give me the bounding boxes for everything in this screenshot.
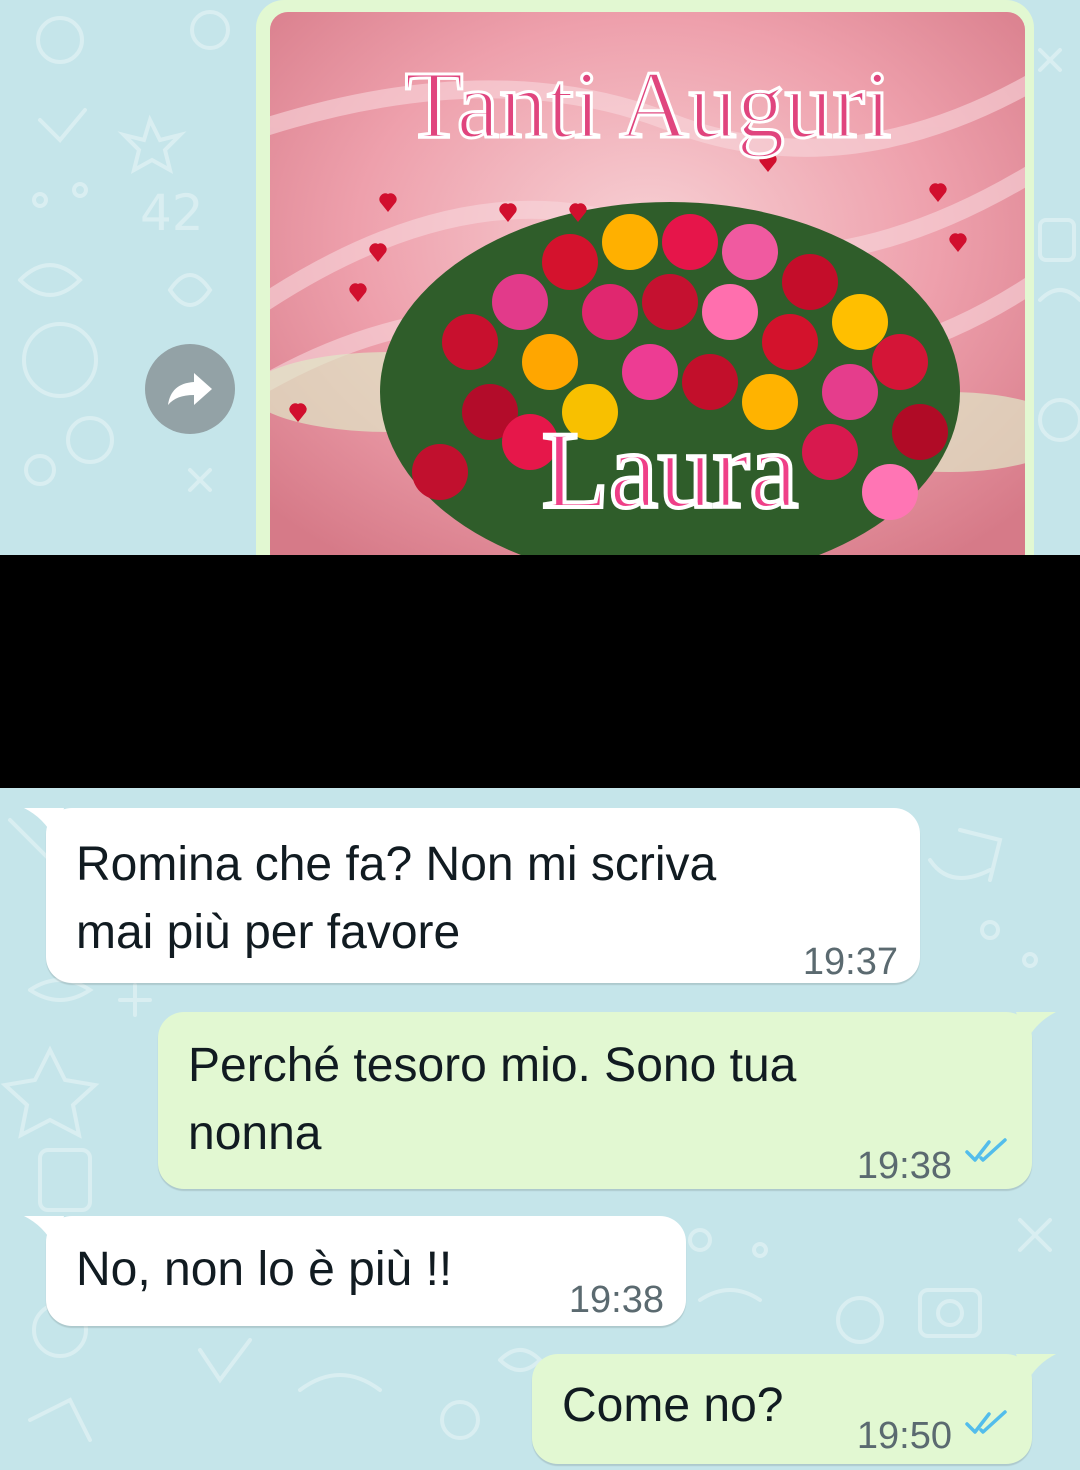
message-time: 19:50 (856, 1415, 952, 1457)
greeting-image[interactable]: Tanti Auguri Laura (270, 12, 1025, 572)
double-check-icon (965, 1138, 1007, 1162)
message-text: Romina che fa? Non mi scriva mai più per… (76, 838, 717, 959)
forward-button[interactable] (145, 344, 235, 434)
message-text: Come no? (562, 1379, 784, 1432)
message-outgoing[interactable]: Perché tesoro mio. Sono tua nonna 19:38 (158, 1012, 1032, 1189)
redacted-area (0, 555, 1080, 788)
message-time: 19:37 (802, 941, 898, 983)
message-time: 19:38 (856, 1145, 952, 1187)
message-time: 19:38 (568, 1279, 664, 1321)
message-incoming[interactable]: No, non lo è più !! 19:38 (46, 1216, 686, 1326)
message-incoming[interactable]: Romina che fa? Non mi scriva mai più per… (46, 808, 920, 983)
forward-arrow-icon (168, 373, 212, 405)
message-text: Perché tesoro mio. Sono tua nonna (188, 1039, 797, 1160)
image-name-text: Laura (542, 409, 798, 531)
image-title-text: Tanti Auguri (405, 51, 892, 158)
double-check-icon (965, 1410, 1007, 1434)
message-outgoing[interactable]: Come no? 19:50 (532, 1354, 1032, 1464)
svg-text:42: 42 (140, 184, 204, 242)
message-text: No, non lo è più !! (76, 1243, 453, 1296)
